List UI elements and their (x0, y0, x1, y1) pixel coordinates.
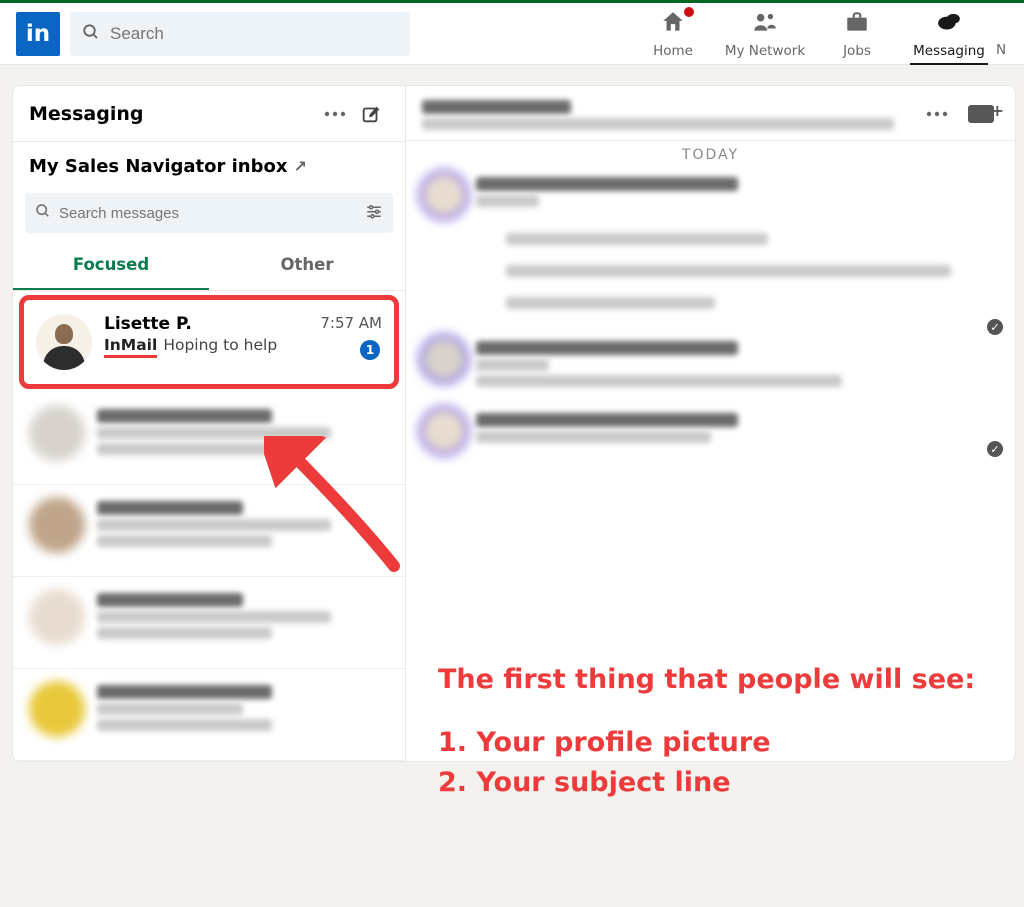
search-icon (35, 203, 51, 223)
global-search[interactable] (70, 12, 410, 56)
avatar (29, 497, 85, 553)
avatar (422, 337, 466, 381)
nav-home[interactable]: Home (628, 3, 718, 65)
nav-network[interactable]: My Network (720, 3, 810, 65)
annotation-line1: 1. Your profile picture (438, 723, 975, 764)
search-icon (82, 23, 100, 45)
linkedin-logo[interactable]: in (16, 12, 60, 56)
annotation-line2: 2. Your subject line (438, 763, 975, 804)
nav-network-label: My Network (725, 43, 805, 59)
notification-badge (682, 5, 696, 19)
top-nav: in Home My Network Jobs (0, 3, 1024, 65)
network-icon (752, 9, 778, 41)
compose-button[interactable] (353, 96, 389, 132)
avatar (422, 409, 466, 453)
external-link-icon: ↗ (294, 157, 307, 176)
inmail-tag: InMail (104, 336, 157, 358)
nav-messaging-label: Messaging (913, 43, 985, 59)
unread-badge: 1 (360, 340, 380, 360)
conversation-subject: Hoping to help (163, 336, 277, 354)
search-messages[interactable] (25, 193, 393, 233)
conversation-list: Lisette P. 7:57 AM InMailHoping to help … (13, 295, 405, 761)
jobs-icon (844, 9, 870, 41)
avatar (36, 314, 92, 370)
sales-navigator-label: My Sales Navigator inbox (29, 156, 288, 177)
date-divider: TODAY (406, 141, 1015, 169)
more-button[interactable] (317, 96, 353, 132)
nav-messaging[interactable]: Messaging (904, 3, 994, 65)
video-icon (968, 105, 994, 123)
avatar (29, 405, 85, 461)
global-search-input[interactable] (110, 24, 398, 44)
avatar (29, 681, 85, 737)
annotation-text: The first thing that people will see: 1.… (438, 660, 975, 804)
tab-other[interactable]: Other (209, 241, 405, 290)
conversation-item[interactable] (13, 577, 405, 669)
video-call-button[interactable] (963, 96, 999, 132)
more-button[interactable] (919, 96, 955, 132)
conversation-featured[interactable]: Lisette P. 7:57 AM InMailHoping to help … (19, 295, 399, 389)
conversation-item[interactable] (13, 393, 405, 485)
read-receipt-icon: ✓ (987, 441, 1003, 457)
conversation-time: 7:57 AM (320, 314, 382, 334)
filter-icon[interactable] (365, 202, 383, 224)
messaging-title: Messaging (29, 103, 317, 125)
tab-focused[interactable]: Focused (13, 241, 209, 290)
annotation-heading: The first thing that people will see: (438, 660, 975, 701)
avatar (422, 173, 466, 217)
conversation-item[interactable] (13, 669, 405, 761)
avatar (29, 589, 85, 645)
nav-cutoff: N (996, 3, 1008, 65)
conversation-item[interactable] (13, 485, 405, 577)
nav-jobs-label: Jobs (843, 43, 871, 59)
sales-navigator-link[interactable]: My Sales Navigator inbox ↗ (13, 142, 405, 187)
messaging-icon (936, 9, 962, 41)
conversation-name: Lisette P. (104, 314, 192, 334)
nav-home-label: Home (653, 43, 693, 59)
messaging-sidebar: Messaging My Sales Navigator inbox ↗ Foc… (12, 85, 406, 762)
nav-jobs[interactable]: Jobs (812, 3, 902, 65)
home-icon (660, 9, 686, 41)
search-messages-input[interactable] (59, 205, 365, 222)
